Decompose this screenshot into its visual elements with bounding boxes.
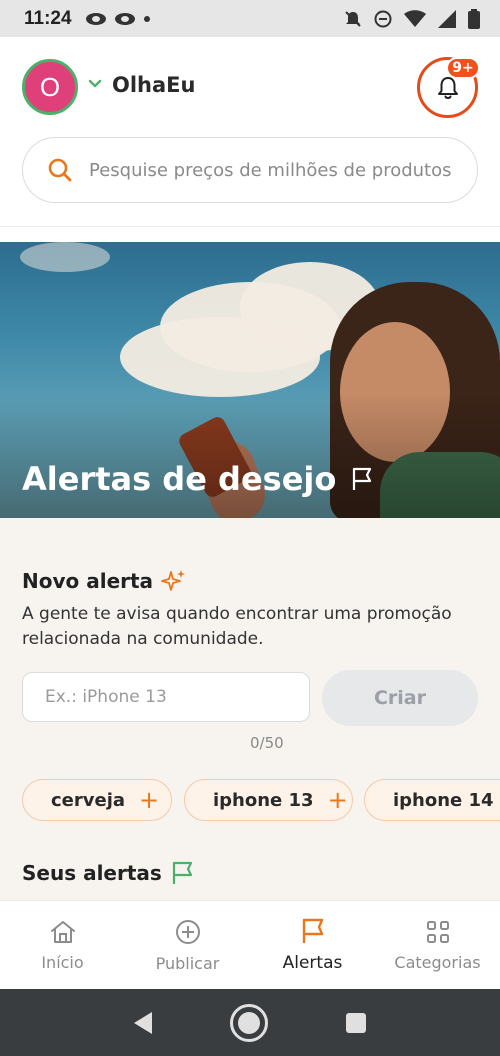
eye-icon [114,12,135,25]
flag-icon [172,861,192,884]
character-counter: 0/50 [250,734,284,752]
create-alert-button[interactable]: Criar [322,670,478,726]
suggestion-chip-label: iphone 13 [213,789,314,811]
suggestion-chip-label: cerveja [51,789,126,811]
nav-item-categorias[interactable]: Categorias [375,901,500,989]
system-nav-bar [0,989,500,1056]
nav-item-publicar[interactable]: Publicar [125,901,250,989]
suggestion-chip-label: iphone 14 [393,789,494,811]
nav-item-label: Categorias [394,952,481,972]
hero-banner: Alertas de desejo [0,242,500,518]
flag-icon [302,918,323,943]
silent-icon [345,10,361,27]
alert-input-placeholder: Ex.: iPhone 13 [45,687,167,707]
hero-title: Alertas de desejo [22,460,376,498]
alerts-content: Novo alerta A gente te avisa quando enco… [0,518,500,900]
status-bar: 11:24 [0,0,500,37]
suggestion-chip[interactable]: cerveja + [22,779,172,821]
nav-item-label: Alertas [282,953,343,973]
wifi-icon [404,9,426,27]
home-icon [50,920,75,943]
avatar[interactable]: O [22,59,78,115]
recents-icon[interactable] [346,1012,366,1033]
plus-circle-icon [175,919,200,944]
page-title: Alertas de desejo [22,460,337,498]
eye-icon [85,12,106,25]
plus-icon: + [327,786,348,814]
nav-item-label: Publicar [155,953,220,973]
chevron-down-icon[interactable] [88,79,102,89]
nav-item-label: Início [41,952,84,972]
search-input[interactable]: Pesquise preços de milhões de produtos [22,137,478,203]
dot-icon [143,15,150,22]
grid-icon [426,920,449,943]
bottom-nav: Início Publicar Alertas Categorias [0,900,500,989]
avatar-initial: O [39,71,61,102]
search-icon [48,158,72,182]
nav-item-alertas[interactable]: Alertas [250,901,375,989]
suggestion-chip[interactable]: iphone 13 + [184,779,353,821]
app-header: O OlhaEu 9+ Pesquise preços de milhões d… [0,37,500,227]
suggestion-chip[interactable]: iphone 14 + [364,779,500,821]
sparkles-icon [161,570,186,591]
search-placeholder: Pesquise preços de milhões de produtos [89,159,452,181]
dnd-icon [374,10,392,27]
signal-icon [438,9,456,28]
your-alerts-title: Seus alertas [22,861,162,885]
suggestion-chips: cerveja + iphone 13 + iphone 14 + [22,779,500,821]
plus-icon: + [139,786,160,814]
back-icon[interactable] [134,1011,152,1034]
username[interactable]: OlhaEu [112,73,195,97]
alert-keyword-input[interactable]: Ex.: iPhone 13 [22,672,310,722]
new-alert-heading: Novo alerta [22,568,187,594]
notification-badge: 9+ [446,57,480,79]
home-button-icon[interactable] [230,1003,268,1042]
nav-item-inicio[interactable]: Início [0,901,125,989]
battery-icon [468,8,480,29]
flag-icon [353,467,372,490]
status-time: 11:24 [24,7,72,29]
new-alert-description: A gente te avisa quando encontrar uma pr… [22,604,452,649]
your-alerts-heading: Seus alertas [22,860,196,886]
new-alert-title: Novo alerta [22,569,154,593]
